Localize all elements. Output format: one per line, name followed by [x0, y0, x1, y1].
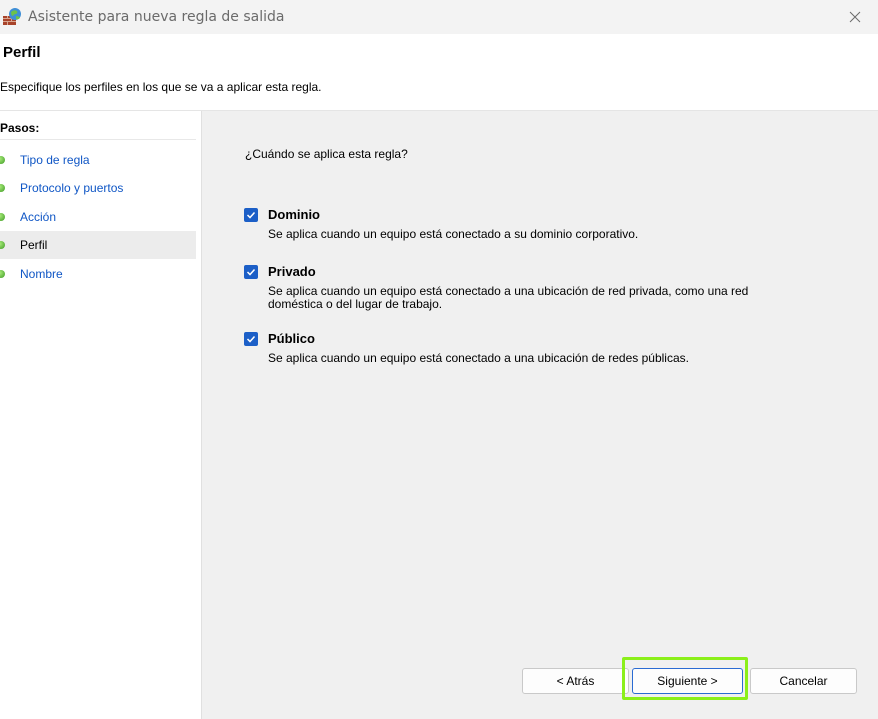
- main-content: ¿Cuándo se aplica esta regla? Dominio Se…: [202, 111, 878, 719]
- sidebar-item-label: Nombre: [20, 267, 63, 281]
- sidebar-item-label: Protocolo y puertos: [20, 181, 124, 195]
- checkmark-icon: [246, 268, 256, 276]
- firewall-globe-icon: [3, 8, 21, 25]
- steps-sidebar: Pasos: Tipo de regla Protocolo y puertos…: [0, 111, 202, 719]
- cancel-button[interactable]: Cancelar: [750, 668, 857, 694]
- green-dot-icon: [0, 184, 5, 192]
- page-subtitle: Especifique los perfiles en los que se v…: [0, 80, 322, 94]
- question-text: ¿Cuándo se aplica esta regla?: [245, 147, 408, 161]
- publico-label[interactable]: Público: [268, 331, 315, 346]
- title-bar: Asistente para nueva regla de salida: [0, 0, 878, 34]
- sidebar-item-perfil[interactable]: Perfil: [0, 231, 196, 259]
- privado-checkbox[interactable]: [244, 265, 258, 279]
- checkmark-icon: [246, 335, 256, 343]
- green-dot-icon: [0, 156, 5, 164]
- dominio-description: Se aplica cuando un equipo está conectad…: [268, 227, 639, 241]
- sidebar-item-accion[interactable]: Acción: [0, 203, 196, 231]
- sidebar-item-label: Tipo de regla: [20, 153, 90, 167]
- green-dot-icon: [0, 270, 5, 278]
- sidebar-item-tipo-de-regla[interactable]: Tipo de regla: [0, 146, 196, 174]
- sidebar-item-protocolo-y-puertos[interactable]: Protocolo y puertos: [0, 174, 196, 202]
- page-title: Perfil: [3, 44, 41, 61]
- privado-label[interactable]: Privado: [268, 264, 316, 279]
- wizard-header: Perfil Especifique los perfiles en los q…: [0, 34, 878, 111]
- next-button[interactable]: Siguiente >: [632, 668, 743, 694]
- publico-description: Se aplica cuando un equipo está conectad…: [268, 351, 689, 365]
- sidebar-item-nombre[interactable]: Nombre: [0, 260, 196, 288]
- dominio-label[interactable]: Dominio: [268, 207, 320, 222]
- publico-checkbox[interactable]: [244, 332, 258, 346]
- dominio-checkbox[interactable]: [244, 208, 258, 222]
- close-button[interactable]: [832, 0, 878, 34]
- back-button[interactable]: < Atrás: [522, 668, 629, 694]
- steps-title: Pasos:: [0, 117, 196, 140]
- green-dot-icon: [0, 241, 5, 249]
- sidebar-item-label: Perfil: [20, 238, 48, 252]
- privado-description: Se aplica cuando un equipo está conectad…: [268, 284, 749, 311]
- green-dot-icon: [0, 213, 5, 221]
- sidebar-item-label: Acción: [20, 210, 57, 224]
- checkmark-icon: [246, 211, 256, 219]
- window-title: Asistente para nueva regla de salida: [28, 9, 285, 25]
- close-icon: [849, 11, 861, 23]
